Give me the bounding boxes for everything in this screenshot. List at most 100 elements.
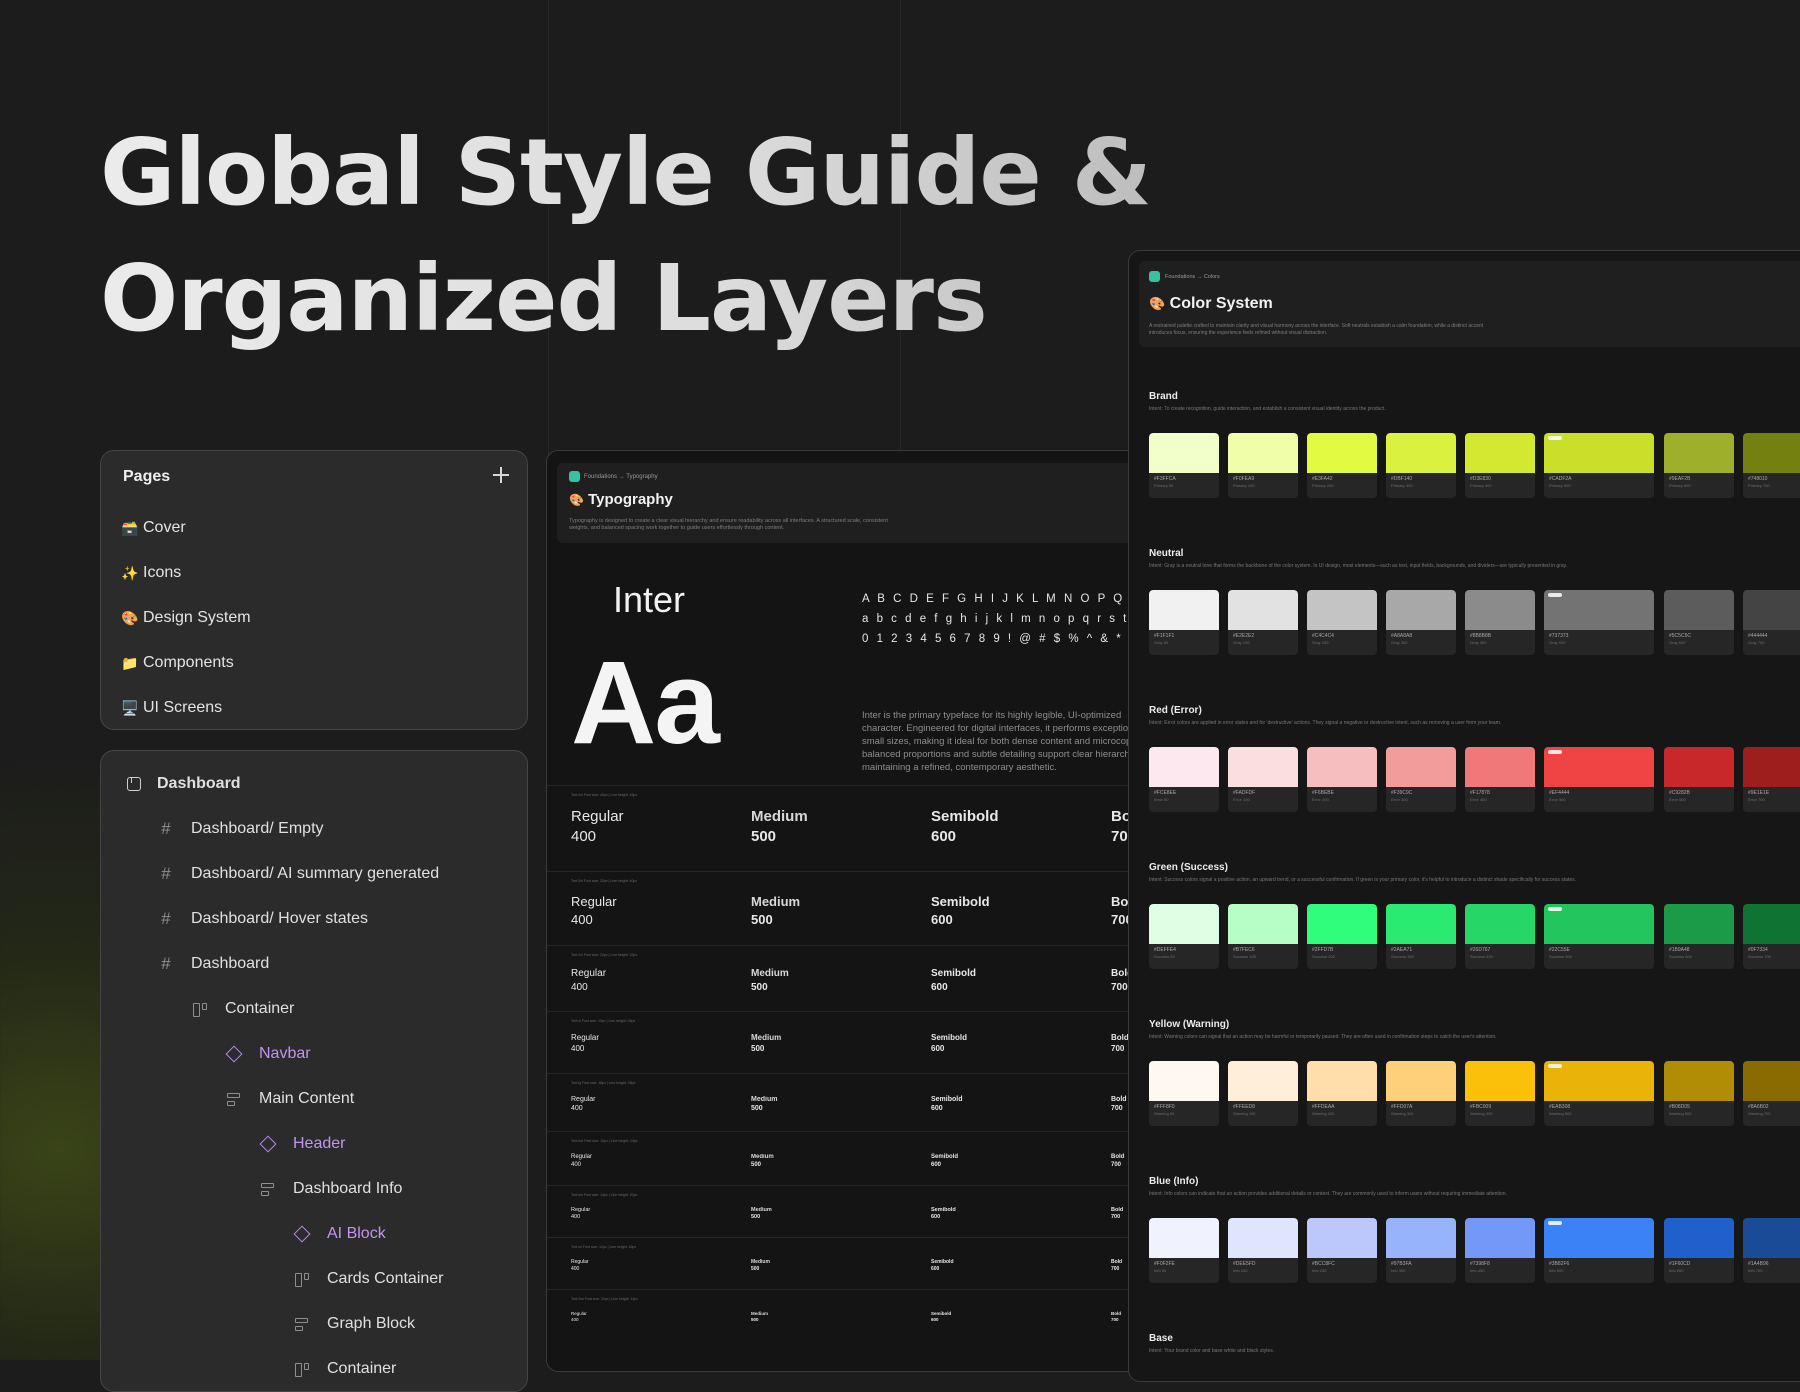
color-swatch[interactable]: #F17878 Error 400 — [1465, 747, 1535, 812]
layer-item-navbar[interactable]: Navbar — [225, 1039, 311, 1069]
color-swatch[interactable]: #F39C9C Error 300 — [1386, 747, 1456, 812]
swatch-color-fill — [1149, 433, 1219, 473]
weight-value: 700 — [1111, 1043, 1125, 1053]
color-swatch[interactable]: #8B8B8B Gray 400 — [1465, 590, 1535, 655]
typography-frame[interactable]: Foundations → Typography 🎨 Typography Ty… — [546, 450, 1148, 1372]
color-swatch[interactable]: #1F60CD Info 600 — [1664, 1218, 1734, 1283]
color-swatch[interactable]: #F0FEA9 Primary 100 — [1228, 433, 1298, 498]
color-swatch[interactable]: #8A6B02 Warning 700 — [1743, 1061, 1800, 1126]
color-swatch[interactable]: #B7FEC6 Success 100 — [1228, 904, 1298, 969]
color-swatch[interactable]: #FFEED8 Warning 100 — [1228, 1061, 1298, 1126]
page-item-label: Icons — [143, 564, 182, 581]
color-swatch[interactable]: #3B82F6 Info 500 — [1544, 1218, 1654, 1283]
color-swatch[interactable]: #C9282B Error 600 — [1664, 747, 1734, 812]
layer-item-label: Navbar — [259, 1045, 311, 1062]
color-swatch[interactable]: #1A4B96 Info 700 — [1743, 1218, 1800, 1283]
swatch-name: Gray 700 — [1748, 640, 1765, 645]
layer-item-container[interactable]: Container — [191, 994, 294, 1024]
swatch-hex: #8B8B8B — [1470, 633, 1492, 639]
color-swatch[interactable]: #FCE8EE Error 50 — [1149, 747, 1219, 812]
color-swatch[interactable]: #F3FFCA Primary 50 — [1149, 433, 1219, 498]
color-swatch[interactable]: #A8A8A8 Gray 300 — [1386, 590, 1456, 655]
weight-cell-medium: Medium 500 — [751, 1095, 777, 1114]
color-swatch[interactable]: #748010 Primary 700 — [1743, 433, 1800, 498]
color-swatch[interactable]: #FFD07A Warning 300 — [1386, 1061, 1456, 1126]
weight-value: 600 — [931, 1105, 943, 1113]
weight-cell-medium: Medium 500 — [751, 1153, 774, 1169]
color-swatch[interactable]: #EF4444 Error 500 — [1544, 747, 1654, 812]
color-swatch[interactable]: #FFF8F0 Warning 50 — [1149, 1061, 1219, 1126]
swatch-hex: #DEE5FD — [1233, 1261, 1256, 1267]
brand-logo-icon — [1149, 271, 1160, 282]
color-swatch[interactable]: #2FFD7B Success 200 — [1307, 904, 1377, 969]
color-swatch[interactable]: #DBF140 Primary 300 — [1386, 433, 1456, 498]
swatch-name: Success 300 — [1391, 954, 1414, 959]
color-swatch[interactable]: #FFDEAA Warning 200 — [1307, 1061, 1377, 1126]
weight-value: 500 — [751, 1043, 765, 1053]
weight-cell-medium: Medium 500 — [751, 1207, 772, 1222]
weight-cell-bold: Bold700 — [1111, 1153, 1124, 1169]
layer-item-dashboard-hover-states[interactable]: # Dashboard/ Hover states — [157, 904, 368, 934]
layer-item-dashboard[interactable]: Dashboard — [125, 769, 241, 799]
color-swatch[interactable]: #444444 Gray 700 — [1743, 590, 1800, 655]
color-swatch[interactable]: #7398F8 Info 400 — [1465, 1218, 1535, 1283]
color-system-frame[interactable]: Foundations → Colors 🎨 Color System A re… — [1128, 250, 1800, 1382]
type-scale-meta: Text 3xl Font size: 32px | Line height: … — [571, 879, 638, 883]
page-item-design-system[interactable]: 🎨 Design System — [121, 603, 251, 633]
layer-item-dashboard-empty[interactable]: # Dashboard/ Empty — [157, 814, 323, 844]
color-swatch[interactable]: #B08D05 Warning 600 — [1664, 1061, 1734, 1126]
color-swatch[interactable]: #9E1E1E Error 700 — [1743, 747, 1800, 812]
frame-icon: # — [161, 909, 171, 928]
color-swatch[interactable]: #F0F2FE Info 50 — [1149, 1218, 1219, 1283]
layer-item-cards-container[interactable]: Cards Container — [293, 1264, 444, 1294]
page-item-ui-screens[interactable]: 🖥️ UI Screens — [121, 693, 222, 723]
color-swatch[interactable]: #22C55E Success 500 — [1544, 904, 1654, 969]
color-group-intent: Intent: Gray is a neutral tone that form… — [1149, 563, 1568, 569]
color-swatch[interactable]: #EAB308 Warning 500 — [1544, 1061, 1654, 1126]
layer-item-ai-block[interactable]: AI Block — [293, 1219, 386, 1249]
color-swatch[interactable]: #CADF2A Primary 500 — [1544, 433, 1654, 498]
color-swatch[interactable]: #D3E830 Primary 400 — [1465, 433, 1535, 498]
page-item-components[interactable]: 📁 Components — [121, 648, 234, 678]
color-swatch[interactable]: #FBC009 Warning 400 — [1465, 1061, 1535, 1126]
swatch-color-fill — [1307, 747, 1377, 787]
color-swatch[interactable]: #737373 Gray 500 — [1544, 590, 1654, 655]
layer-item-graph-block[interactable]: Graph Block — [293, 1309, 415, 1339]
layer-item-dashboard-info[interactable]: Dashboard Info — [259, 1174, 402, 1204]
layer-item-dashboard-ai-summary-generated[interactable]: # Dashboard/ AI summary generated — [157, 859, 439, 889]
layer-item-header[interactable]: Header — [259, 1129, 345, 1159]
color-swatch[interactable]: #DEE5FD Info 100 — [1228, 1218, 1298, 1283]
swatch-color-fill — [1149, 1218, 1219, 1258]
swatch-color-fill — [1743, 747, 1800, 787]
color-swatch[interactable]: #9EAF2B Primary 600 — [1664, 433, 1734, 498]
color-swatch[interactable]: #F1F1F1 Gray 50 — [1149, 590, 1219, 655]
color-swatch[interactable]: #5C5C5C Gray 600 — [1664, 590, 1734, 655]
page-item-cover[interactable]: 🗃️ Cover — [121, 513, 186, 543]
color-swatch[interactable]: #FADFDF Error 100 — [1228, 747, 1298, 812]
color-swatch[interactable]: #C4C4C4 Gray 200 — [1307, 590, 1377, 655]
brand-logo-icon — [569, 471, 580, 482]
color-swatch[interactable]: #97B3FA Info 300 — [1386, 1218, 1456, 1283]
color-swatch[interactable]: #0F7334 Success 700 — [1743, 904, 1800, 969]
layer-item-dashboard[interactable]: # Dashboard — [157, 949, 269, 979]
color-swatch[interactable]: #2AEA71 Success 300 — [1386, 904, 1456, 969]
color-swatch[interactable]: #F6BEBE Error 200 — [1307, 747, 1377, 812]
color-swatch[interactable]: #1B9A48 Success 600 — [1664, 904, 1734, 969]
hero-headline: Global Style Guide & Organized Layers — [100, 110, 1151, 362]
add-page-plus-icon[interactable] — [491, 465, 511, 485]
color-swatch[interactable]: #E3FA42 Primary 200 — [1307, 433, 1377, 498]
color-swatch[interactable]: #E2E2E2 Gray 100 — [1228, 590, 1298, 655]
color-swatch[interactable]: #BCC8FC Info 200 — [1307, 1218, 1377, 1283]
default-tag-badge — [1548, 436, 1562, 440]
page-item-icons[interactable]: ✨ Icons — [121, 558, 181, 588]
weight-cell-semibold: Semibold 600 — [931, 807, 999, 848]
weight-name: Bold — [1111, 1259, 1123, 1265]
swatch-hex: #22C55E — [1549, 947, 1570, 953]
weight-cell-bold: Bold700 — [1111, 1033, 1129, 1055]
swatch-hex: #2FFD7B — [1312, 947, 1334, 953]
layer-item-container[interactable]: Container — [293, 1354, 396, 1384]
color-swatch[interactable]: #DEFFE4 Success 50 — [1149, 904, 1219, 969]
weight-cell-bold: Bold700 — [1111, 1259, 1122, 1273]
layer-item-main-content[interactable]: Main Content — [225, 1084, 354, 1114]
color-swatch[interactable]: #26D767 Success 400 — [1465, 904, 1535, 969]
